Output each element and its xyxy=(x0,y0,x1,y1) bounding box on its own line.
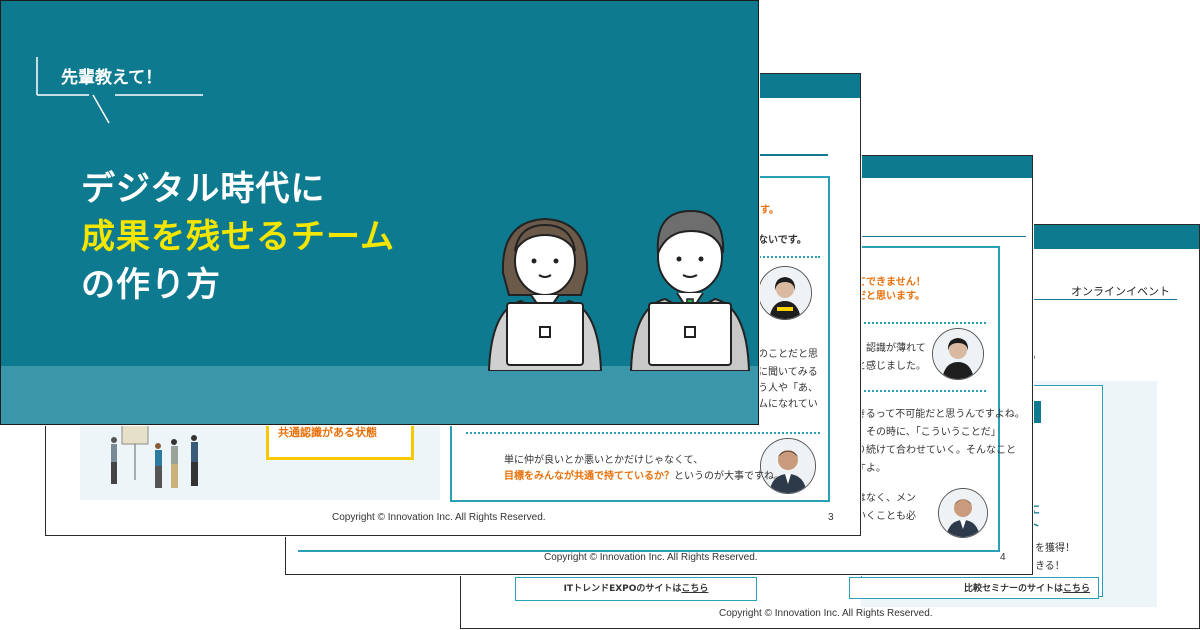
cover-bottom-band xyxy=(1,366,758,424)
slide-4-chat-t4: 、その時に、「こういうことだ」 xyxy=(856,427,1001,438)
slide-4-chat-t3: きるって不可能だと思うんですよね。 xyxy=(856,409,1025,420)
slide-3-chat-mid1: のことだと思 xyxy=(758,349,818,360)
shared-recognition-text: 共通認識がある状態 xyxy=(278,426,377,439)
slide-3-chat-top2: ないです。 xyxy=(758,235,807,246)
man-with-laptop-illustration xyxy=(629,209,751,371)
slide-4-chat-t1: 認識が薄れて xyxy=(866,343,926,354)
cover-slide: 先輩教えて！ デジタル時代に 成果を残せるチーム の作り方 xyxy=(0,0,759,425)
slide-4-chat-t8: いくことも必 xyxy=(856,511,916,522)
seminar-link-anchor[interactable]: こちら xyxy=(1063,584,1090,594)
speaker-man-avatar xyxy=(938,488,988,538)
bubble-label: 先輩教えて！ xyxy=(61,68,163,88)
slide-4-divider-2 xyxy=(852,390,986,392)
slide-5-copyright: Copyright © Innovation Inc. All Rights R… xyxy=(719,608,933,619)
cover-title-line-2: 成果を残せるチーム xyxy=(81,217,395,257)
slide-3-divider-2 xyxy=(466,432,820,434)
slide-4-page-number: 4 xyxy=(1000,552,1006,563)
cover-title-line-3: の作り方 xyxy=(81,265,221,305)
speaker-woman-avatar-3 xyxy=(758,266,812,320)
itrend-expo-link-text: ITトレンドEXPOのサイトは xyxy=(563,584,682,594)
cover-title-line-1: デジタル時代に xyxy=(81,169,326,209)
slide-4-title-underline xyxy=(846,236,1026,237)
slide-3-chat-rest: というのが大事ですね。 xyxy=(674,471,784,482)
slide-4-chat-t2: と感じました。 xyxy=(856,361,926,372)
slide-3-chat-bottom2: 目標をみんなが共通で持てているか？というのが大事ですね。 xyxy=(504,468,784,486)
slide-3-copyright: Copyright © Innovation Inc. All Rights R… xyxy=(332,512,546,523)
slide-5-event-label: オンラインイベント xyxy=(1071,285,1170,298)
woman-with-laptop-illustration xyxy=(487,217,603,371)
itrend-expo-link-anchor[interactable]: こちら xyxy=(681,584,708,594)
slide-3-chat-emphasis: 目標をみんなが共通で持てているか？ xyxy=(504,471,674,482)
itrend-expo-link[interactable]: ITトレンドEXPOのサイトはこちら xyxy=(515,577,757,601)
slide-3-page-number: 3 xyxy=(828,512,834,523)
seminar-link[interactable]: 比較セミナーのサイトはこちら xyxy=(849,577,1099,599)
slide-3-chat-mid4: ムになれてい xyxy=(758,399,818,410)
people-illustration xyxy=(111,423,198,488)
slide-4-chat-t5: り続けて合わせていく。そんなこと xyxy=(856,445,1016,456)
slide-4-divider-1 xyxy=(852,322,986,324)
slide-3-chat-top1: す。 xyxy=(760,205,779,216)
slide-4-chat-t7: はなく、メン xyxy=(856,493,916,504)
seminar-link-text: 比較セミナーのサイトは xyxy=(963,584,1063,594)
slide-4-chat-em2: だと思います。 xyxy=(856,291,925,302)
speaker-woman-avatar xyxy=(932,328,984,380)
slide-4-copyright: Copyright © Innovation Inc. All Rights R… xyxy=(544,552,758,563)
